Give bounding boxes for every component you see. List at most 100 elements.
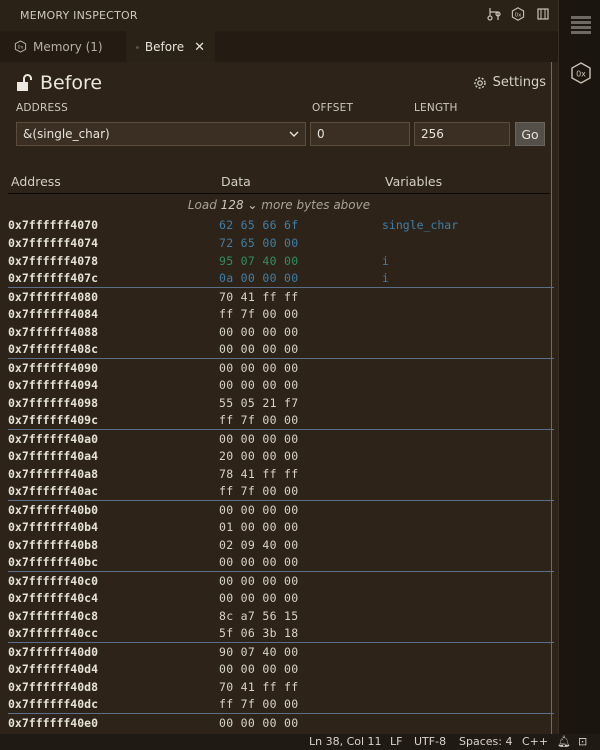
row-address[interactable]: 0x7ffffff40b4 [8,520,98,534]
table-row: 0x7ffffff40e0 00 00 00 00 [8,713,554,731]
row-data[interactable]: 00 00 00 00 [219,432,298,446]
row-address[interactable]: 0x7ffffff40b8 [8,538,98,552]
row-data[interactable]: ff 7f 00 00 [219,413,298,427]
row-address[interactable]: 0x7ffffff4088 [8,325,98,339]
table-row: 0x7ffffff40c0 00 00 00 00 [8,571,554,589]
svg-text:0x: 0x [576,70,586,79]
row-address[interactable]: 0x7ffffff40d0 [8,645,98,659]
row-data[interactable]: 95 07 40 00 [219,254,298,268]
row-data[interactable]: 00 00 00 00 [219,716,298,730]
table-row: 0x7ffffff40d0 90 07 40 00 [8,642,554,660]
row-address[interactable]: 0x7ffffff40d8 [8,680,98,694]
row-data[interactable]: 00 00 00 00 [219,361,298,375]
panel-header: MEMORY INSPECTOR 0x [0,0,558,31]
row-address[interactable]: 0x7ffffff40e0 [8,716,98,730]
row-data[interactable]: 00 00 00 00 [219,555,298,569]
minimap-icon[interactable] [570,14,592,36]
row-data[interactable]: 62 65 66 6f [219,218,298,232]
load-prefix: Load [187,198,217,212]
row-data[interactable]: 5f 06 3b 18 [219,626,298,640]
length-input[interactable]: 256 [414,122,510,146]
row-data[interactable]: 78 41 ff ff [219,467,298,481]
row-data[interactable]: 8c a7 56 15 [219,609,298,623]
chevron-down-icon: ⌄ [247,198,258,212]
memory-tab-icon: 0x [136,45,139,48]
row-data[interactable]: 00 00 00 00 [219,325,298,339]
cursor-position[interactable]: Ln 38, Col 11 [309,735,382,748]
tab-label: Before [144,40,185,54]
tab-label: Memory (1) [33,39,103,54]
close-icon[interactable]: ✕ [194,40,205,55]
table-row: 0x7ffffff40a8 78 41 ff ff [8,465,554,483]
row-address[interactable]: 0x7ffffff4080 [8,290,98,304]
table-row: 0x7ffffff4094 00 00 00 00 [8,376,554,394]
gear-icon [473,76,486,89]
row-address[interactable]: 0x7ffffff40b0 [8,503,98,517]
row-address[interactable]: 0x7ffffff4074 [8,236,98,250]
address-input[interactable]: &(single_char) [16,122,306,146]
length-label: LENGTH [414,102,458,114]
row-data[interactable]: ff 7f 00 00 [219,307,298,321]
offset-input[interactable]: 0 [310,122,410,146]
row-address[interactable]: 0x7ffffff407c [8,271,98,285]
row-address[interactable]: 0x7ffffff409c [8,413,98,427]
unlock-icon[interactable] [16,74,32,92]
row-data[interactable]: 0a 00 00 00 [219,271,298,285]
row-data[interactable]: 01 00 00 00 [219,520,298,534]
row-data[interactable]: 70 41 ff ff [219,290,298,304]
row-address[interactable]: 0x7ffffff40ac [8,484,98,498]
row-address[interactable]: 0x7ffffff4084 [8,307,98,321]
encoding-indicator[interactable]: UTF-8 [414,735,446,748]
load-suffix: more bytes above [261,198,371,212]
row-address[interactable]: 0x7ffffff408c [8,342,98,356]
eol-indicator[interactable]: LF [390,735,402,748]
panel-title: MEMORY INSPECTOR [20,9,138,22]
memory-inspector-icon[interactable]: 0x [570,62,592,84]
activity-bar: 0x [558,0,600,734]
row-address[interactable]: 0x7ffffff40c0 [8,574,98,588]
row-address[interactable]: 0x7ffffff4094 [8,378,98,392]
row-address[interactable]: 0x7ffffff40bc [8,555,98,569]
row-address[interactable]: 0x7ffffff40c4 [8,591,98,605]
table-row: 0x7ffffff408c 00 00 00 00 [8,340,554,358]
row-address[interactable]: 0x7ffffff4070 [8,218,98,232]
feedback-icon[interactable]: ⊡ [578,735,587,748]
row-data[interactable]: 20 00 00 00 [219,449,298,463]
row-data[interactable]: 00 00 00 00 [219,591,298,605]
row-address[interactable]: 0x7ffffff40a0 [8,432,98,446]
tab-before[interactable]: 0x Before ✕ [126,31,215,62]
row-data[interactable]: ff 7f 00 00 [219,484,298,498]
row-address[interactable]: 0x7ffffff40a8 [8,467,98,481]
split-view-icon[interactable] [486,7,502,23]
tab-memory-1[interactable]: 0x Memory (1) [4,31,113,62]
table-row: 0x7ffffff40b0 00 00 00 00 [8,500,554,518]
row-data[interactable]: 90 07 40 00 [219,645,298,659]
settings-button[interactable]: Settings [473,75,546,90]
row-data[interactable]: 00 00 00 00 [219,503,298,517]
row-data[interactable]: 00 00 00 00 [219,378,298,392]
indent-indicator[interactable]: Spaces: 4 [459,735,512,748]
load-amount-select[interactable]: 128 ⌄ [221,198,258,212]
layout-icon[interactable] [535,7,551,23]
row-address[interactable]: 0x7ffffff40a4 [8,449,98,463]
row-address[interactable]: 0x7ffffff40dc [8,697,98,711]
row-address[interactable]: 0x7ffffff4078 [8,254,98,268]
row-data[interactable]: 00 00 00 00 [219,342,298,356]
row-data[interactable]: 00 00 00 00 [219,662,298,676]
language-indicator[interactable]: C++ [522,735,548,748]
row-data[interactable]: 70 41 ff ff [219,680,298,694]
row-address[interactable]: 0x7ffffff40d4 [8,662,98,676]
row-address[interactable]: 0x7ffffff40c8 [8,609,98,623]
row-data[interactable]: 02 09 40 00 [219,538,298,552]
row-data[interactable]: ff 7f 00 00 [219,697,298,711]
row-address[interactable]: 0x7ffffff4098 [8,396,98,410]
go-button[interactable]: Go [515,122,545,146]
page-title: Before [40,72,103,94]
row-data[interactable]: 55 05 21 f7 [219,396,298,410]
row-address[interactable]: 0x7ffffff4090 [8,361,98,375]
row-address[interactable]: 0x7ffffff40cc [8,626,98,640]
row-data[interactable]: 72 65 00 00 [219,236,298,250]
memory-format-icon[interactable]: 0x [510,7,526,23]
bell-icon[interactable]: 🔔︎ [557,735,571,748]
row-data[interactable]: 00 00 00 00 [219,574,298,588]
